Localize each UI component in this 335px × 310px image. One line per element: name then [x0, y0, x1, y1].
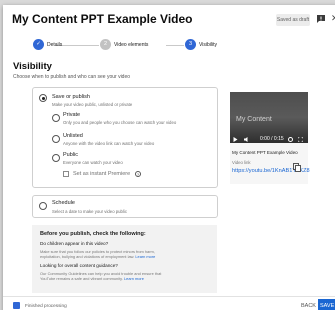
- step-video-elements-label[interactable]: Video elements: [114, 42, 148, 48]
- feedback-icon[interactable]: [316, 14, 326, 24]
- copy-icon[interactable]: [293, 163, 301, 172]
- public-title[interactable]: Public: [63, 152, 78, 158]
- instant-premiere-label[interactable]: Set as instant Premiere: [73, 171, 130, 177]
- draft-status-badge: Saved as draft: [276, 14, 310, 26]
- public-radio[interactable]: [52, 154, 60, 162]
- publish-checklist: Before you publish, check the following:…: [32, 225, 217, 293]
- private-desc: Only you and people who you choose can w…: [63, 120, 177, 125]
- schedule-title[interactable]: Schedule: [52, 200, 75, 206]
- schedule-desc: Select a date to make your video public: [52, 209, 128, 214]
- save-or-publish-title[interactable]: Save or publish: [52, 94, 90, 100]
- unlisted-title[interactable]: Unlisted: [63, 133, 83, 139]
- step-done-check-icon[interactable]: ✓: [33, 39, 44, 50]
- step-visibility-label[interactable]: Visibility: [199, 42, 217, 48]
- guidance-text: YouTube remains a safe and vibrant commu…: [40, 276, 123, 281]
- dialog-footer: Finished processing BACK SAVE: [3, 296, 335, 310]
- schedule-radio[interactable]: [39, 202, 47, 210]
- thumbnail-text: My Content: [236, 116, 272, 123]
- save-or-publish-desc: Make your video public, unlisted or priv…: [52, 102, 133, 107]
- time-display: 0:00 / 0:15: [260, 136, 284, 142]
- player-controls: 0:00 / 0:15: [230, 135, 308, 143]
- dialog-title: My Content PPT Example Video: [12, 12, 193, 26]
- preview-video-title: My Content PPT Example Video: [232, 150, 298, 155]
- video-link-label: Video link: [232, 160, 251, 165]
- instant-premiere-checkbox[interactable]: [63, 171, 69, 177]
- video-thumbnail[interactable]: My Content 0:00 / 0:15: [230, 92, 308, 143]
- step-2-dot[interactable]: 2: [100, 39, 111, 50]
- video-preview-card: My Content 0:00 / 0:15 My Content PPT Ex…: [230, 92, 310, 184]
- volume-icon[interactable]: [244, 136, 250, 142]
- step-details-label[interactable]: Details: [47, 42, 62, 48]
- close-icon[interactable]: ✕: [331, 13, 335, 23]
- public-desc: Everyone can watch your video: [63, 160, 123, 165]
- help-icon[interactable]: ?: [135, 171, 141, 177]
- dialog-header: My Content PPT Example Video Saved as dr…: [3, 5, 335, 33]
- back-button[interactable]: BACK: [301, 302, 316, 310]
- children-question: Do children appear in this video?: [40, 241, 109, 246]
- step-connector: [166, 45, 184, 46]
- upload-stepper: ✓ Details 2 Video elements 3 Visibility: [3, 35, 335, 55]
- checklist-heading: Before you publish, check the following:: [40, 231, 146, 237]
- settings-icon[interactable]: [288, 136, 293, 142]
- children-text: exploitation, bullying and violations of…: [40, 254, 135, 259]
- save-or-publish-radio[interactable]: [39, 94, 47, 102]
- save-or-publish-card: Save or publish Make your video public, …: [32, 87, 218, 188]
- guidance-text-line2: YouTube remains a safe and vibrant commu…: [40, 276, 144, 281]
- guidance-question: Looking for overall content guidance?: [40, 263, 118, 268]
- learn-more-link[interactable]: Learn more: [135, 254, 155, 259]
- private-radio[interactable]: [52, 114, 60, 122]
- unlisted-desc: Anyone with the video link can watch you…: [63, 141, 155, 146]
- processing-status-icon: [13, 302, 20, 309]
- unlisted-radio[interactable]: [52, 135, 60, 143]
- step-connector: [56, 45, 99, 46]
- learn-more-link[interactable]: Learn more: [124, 276, 144, 281]
- schedule-card: Schedule Select a date to make your vide…: [32, 195, 218, 218]
- fullscreen-icon[interactable]: [298, 136, 303, 142]
- visibility-heading: Visibility: [13, 61, 52, 72]
- step-3-dot[interactable]: 3: [185, 39, 196, 50]
- upload-dialog: My Content PPT Example Video Saved as dr…: [3, 5, 335, 310]
- save-button[interactable]: SAVE: [318, 299, 335, 310]
- play-icon[interactable]: [233, 136, 238, 142]
- processing-status-text: Finished processing: [25, 303, 67, 308]
- visibility-subtitle: Choose when to publish and who can see y…: [13, 74, 131, 80]
- private-title[interactable]: Private: [63, 112, 80, 118]
- children-text-line2: exploitation, bullying and violations of…: [40, 254, 155, 259]
